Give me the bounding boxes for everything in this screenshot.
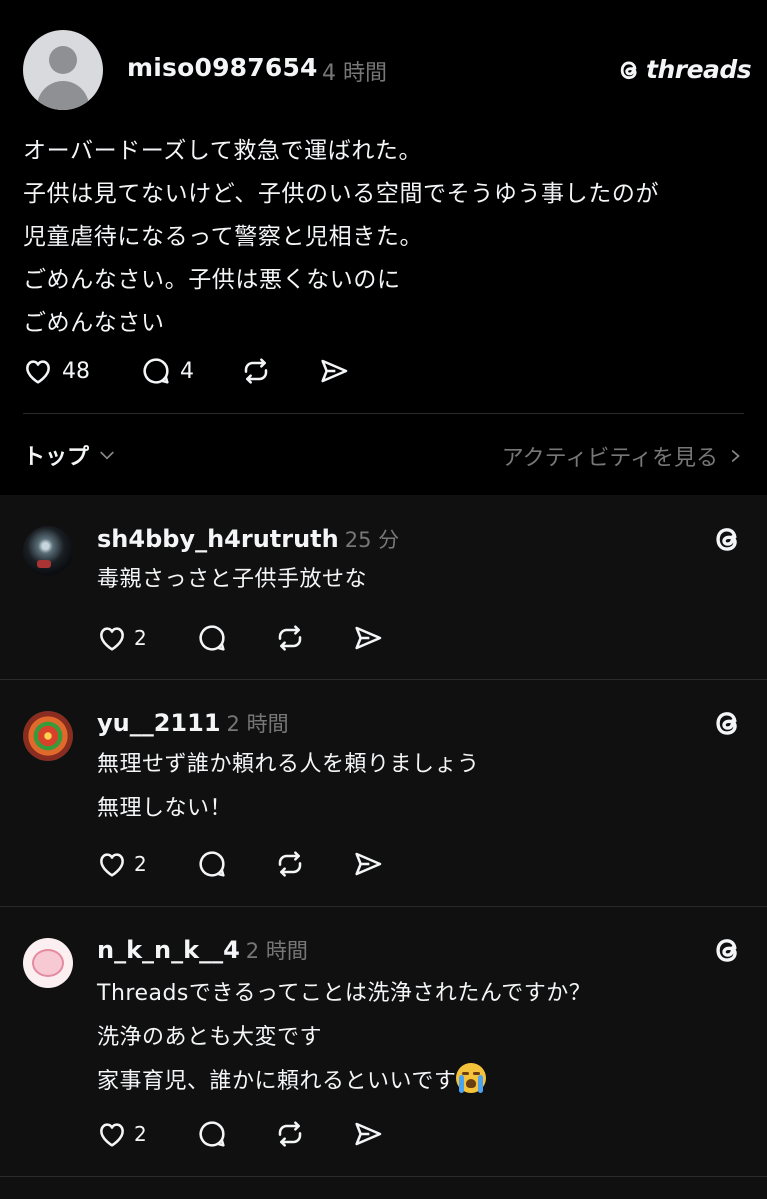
heart-icon — [26, 360, 50, 384]
comment-icon — [199, 625, 225, 651]
repost-icon — [244, 358, 268, 384]
comment-line: 無理しない！ — [97, 796, 233, 821]
sort-dropdown[interactable]: トップ — [23, 439, 117, 471]
commenter-avatar[interactable] — [23, 711, 73, 761]
share-icon — [355, 1122, 382, 1146]
view-activity-label: アクティビティを見る — [501, 446, 718, 471]
sort-label: トップ — [23, 445, 90, 470]
reply-button[interactable] — [196, 1118, 274, 1150]
comment: sh4bby_h4rutruth 25 分 毒親さっさと子供手放せな 2 — [0, 495, 767, 679]
threads-logo-icon — [620, 61, 637, 79]
comment-actions: 2 — [96, 622, 384, 654]
post-line: 児童虐待になるって警察と児相きた。 — [23, 224, 424, 250]
commenter-username[interactable]: yu__2111 — [97, 709, 221, 737]
heart-icon — [100, 1123, 124, 1147]
reply-button[interactable]: 4 — [140, 355, 240, 387]
commenter-username[interactable]: n_k_n_k__4 — [97, 936, 240, 964]
heart-icon — [100, 853, 124, 877]
reply-button[interactable] — [196, 622, 274, 654]
share-icon — [355, 626, 382, 650]
comment: yu__2111 2 時間 無理せず誰か頼れる人を頼りましょう 無理しない！ 2 — [0, 680, 767, 906]
like-button[interactable]: 48 — [22, 355, 140, 387]
comment-icon — [199, 851, 225, 877]
post-line: 子供は見てないけど、子供のいる空間でそうゆう事したのが — [23, 181, 660, 207]
comment-line: 家事育児、誰かに頼れるといいです — [97, 1069, 457, 1094]
comment-line: 毒親さっさと子供手放せな — [97, 567, 368, 592]
comment-icon — [199, 1121, 225, 1147]
like-count: 2 — [134, 1122, 147, 1146]
commenter-username[interactable]: sh4bby_h4rutruth — [97, 525, 339, 553]
like-button[interactable]: 2 — [96, 622, 196, 654]
comment-timestamp: 2 時間 — [245, 939, 308, 963]
commenter-avatar[interactable] — [23, 526, 73, 576]
comment-actions: 2 — [96, 1118, 384, 1150]
like-count: 2 — [134, 626, 147, 650]
commenter-username-row: yu__2111 2 時間 — [97, 708, 289, 738]
comment-line: Threadsできるってことは洗浄されたんですか？ — [97, 981, 592, 1006]
repost-icon — [278, 1121, 302, 1147]
post-line: ごめんなさい — [23, 310, 165, 336]
share-button[interactable] — [318, 355, 350, 387]
threads-logo-icon[interactable] — [710, 933, 744, 967]
comment-timestamp: 2 時間 — [226, 712, 289, 736]
repost-button[interactable] — [274, 848, 352, 880]
share-button[interactable] — [352, 622, 384, 654]
share-button[interactable] — [352, 848, 384, 880]
threads-logo-icon[interactable] — [710, 522, 744, 556]
author-avatar[interactable] — [23, 30, 103, 110]
divider — [23, 413, 744, 414]
like-button[interactable]: 2 — [96, 848, 196, 880]
comment-icon — [143, 358, 169, 384]
heart-icon — [100, 627, 124, 651]
post-line: ごめんなさい。子供は悪くないのに — [23, 267, 401, 293]
comment: n_k_n_k__4 2 時間 Threadsできるってことは洗浄されたんですか？… — [0, 907, 767, 1177]
like-button[interactable]: 2 — [96, 1118, 196, 1150]
view-activity-link[interactable]: アクティビティを見る — [502, 440, 744, 472]
comment-body: 無理せず誰か頼れる人を頼りましょう 無理しない！ — [97, 743, 480, 831]
comment-actions: 2 — [96, 848, 384, 880]
loudly-crying-face-emoji — [456, 1063, 487, 1093]
post-line: オーバードーズして救急で運ばれた。 — [23, 138, 423, 164]
share-button[interactable] — [352, 1118, 384, 1150]
commenter-username-row: sh4bby_h4rutruth 25 分 — [97, 524, 399, 554]
threads-brand[interactable]: threads — [616, 55, 752, 84]
comment-line: 無理せず誰か頼れる人を頼りましょう — [97, 752, 480, 777]
like-count: 2 — [134, 852, 147, 876]
comment-timestamp: 25 分 — [344, 528, 400, 552]
commenter-username-row: n_k_n_k__4 2 時間 — [97, 935, 308, 965]
repost-button[interactable] — [240, 355, 318, 387]
threads-logo-icon[interactable] — [710, 706, 744, 740]
repost-icon — [278, 625, 302, 651]
post-actions: 48 4 — [22, 355, 350, 387]
post-timestamp: 4 時間 — [322, 61, 387, 86]
divider — [0, 1176, 767, 1177]
main-post: miso0987654 4 時間 threads オーバードーズして救急で運ばれ… — [0, 0, 767, 495]
share-icon — [321, 359, 348, 383]
like-count: 48 — [62, 358, 90, 384]
comment-body: 毒親さっさと子供手放せな — [97, 558, 367, 602]
chevron-down-icon — [100, 451, 114, 460]
comment-body: Threadsできるってことは洗浄されたんですか？ 洗浄のあとも大変です 家事育… — [97, 972, 591, 1104]
comment-line: 洗浄のあとも大変です — [97, 1025, 323, 1050]
reply-count: 4 — [180, 358, 194, 384]
post-body: オーバードーズして救急で運ばれた。 子供は見てないけど、子供のいる空間でそうゆう… — [23, 130, 659, 345]
chevron-right-icon — [731, 450, 740, 462]
commenter-avatar[interactable] — [23, 938, 73, 988]
comment-line-with-emoji: 家事育児、誰かに頼れるといいです — [97, 1060, 591, 1104]
share-icon — [355, 852, 382, 876]
repost-button[interactable] — [274, 1118, 352, 1150]
repost-icon — [278, 851, 302, 877]
repost-button[interactable] — [274, 622, 352, 654]
threads-wordmark: threads — [646, 55, 752, 84]
author-username[interactable]: miso0987654 — [127, 53, 318, 82]
reply-button[interactable] — [196, 848, 274, 880]
